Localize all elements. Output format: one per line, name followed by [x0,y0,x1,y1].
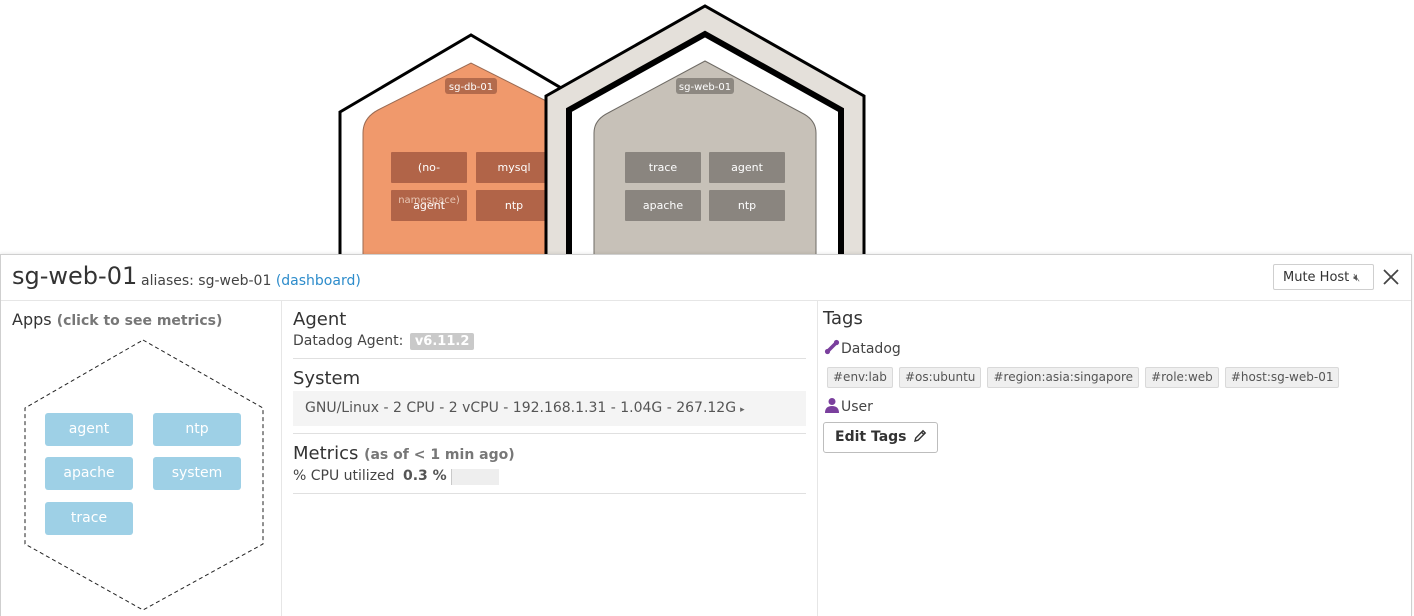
metrics-subtitle: (as of < 1 min ago) [364,447,515,463]
datadog-tags-label: Datadog [841,341,901,357]
app-ntp-button[interactable]: ntp [153,413,241,446]
host-map: sg-db-01 (no- mysql namespace) agent ntp… [0,0,1414,260]
divider [293,358,806,359]
edit-tags-button[interactable]: Edit Tags [823,422,938,453]
tags-section: Tags Datadog #env:lab #os:ubuntu #region… [818,300,1411,616]
tag-chip[interactable]: #env:lab [827,367,893,388]
tile-label: (no- [418,161,440,174]
system-summary[interactable]: GNU/Linux - 2 CPU - 2 vCPU - 192.168.1.3… [293,391,806,426]
apps-title: Apps (click to see metrics) [12,310,222,329]
panel-header: sg-web-01 aliases: sg-web-01 (dashboard)… [1,255,1411,301]
datadog-tags-source: Datadog [824,339,901,357]
mute-host-button[interactable]: Mute Host 🔇︎ [1273,264,1374,290]
tag-chip[interactable]: #region:asia:singapore [987,367,1139,388]
host-label-sg-web-01: sg-web-01 [679,82,731,93]
tile-label: agent [731,161,763,174]
expand-caret-icon: ▸ [740,405,745,415]
muted-speaker-icon: 🔇︎ [1353,271,1360,284]
tile-label: ntp [505,199,523,212]
aliases-text: aliases: sg-web-01 [141,273,271,289]
apps-subtitle: (click to see metrics) [57,313,223,329]
app-trace-button[interactable]: trace [45,502,133,535]
tag-chip[interactable]: #host:sg-web-01 [1225,367,1340,388]
tile-label: agent [413,199,445,212]
cpu-usage-bar [451,469,499,485]
host-label-sg-db-01: sg-db-01 [449,82,493,93]
app-system-button[interactable]: system [153,457,241,490]
app-agent-button[interactable]: agent [45,413,133,446]
tags-title: Tags [823,308,863,329]
host-detail-panel: sg-web-01 aliases: sg-web-01 (dashboard)… [0,254,1412,616]
tile-label: trace [649,161,678,174]
system-summary-text: GNU/Linux - 2 CPU - 2 vCPU - 192.168.1.3… [305,400,736,416]
edit-tags-label: Edit Tags [835,429,907,445]
user-icon [824,397,840,413]
metrics-heading: Metrics [293,443,358,464]
mute-host-label: Mute Host [1283,270,1349,285]
pencil-icon [913,429,927,443]
app-apache-button[interactable]: apache [45,457,133,490]
dashboard-link[interactable]: (dashboard) [276,273,361,289]
tag-chip[interactable]: #os:ubuntu [899,367,981,388]
divider [293,493,806,494]
cpu-metric-value: 0.3 % [403,468,447,484]
datadog-tag-list: #env:lab #os:ubuntu #region:asia:singapo… [827,366,1340,388]
apps-section: Apps (click to see metrics) agent ntp ap… [1,300,282,616]
apps-heading: Apps [12,310,52,329]
host-info-section: Agent Datadog Agent: v6.11.2 System GNU/… [282,300,818,616]
system-title: System [293,368,360,389]
user-tags-label: User [841,399,873,415]
agent-version-badge: v6.11.2 [410,333,475,350]
host-aliases: aliases: sg-web-01 (dashboard) [141,273,361,289]
host-sg-web-01[interactable]: sg-web-01 trace agent apache ntp [546,6,864,260]
datadog-bone-icon [824,339,840,355]
cpu-metric-label[interactable]: % CPU utilized [293,468,395,484]
metrics-title: Metrics (as of < 1 min ago) [293,443,515,464]
tag-chip[interactable]: #role:web [1145,367,1219,388]
tile-label: apache [643,199,683,212]
user-tags-source: User [824,397,873,415]
agent-label: Datadog Agent: [293,333,403,349]
divider [293,433,806,434]
close-icon[interactable] [1381,267,1401,287]
host-name: sg-web-01 [12,262,137,290]
agent-version-line: Datadog Agent: v6.11.2 [293,333,474,349]
agent-title: Agent [293,309,346,330]
tile-label: ntp [738,199,756,212]
tile-label: mysql [498,161,531,174]
